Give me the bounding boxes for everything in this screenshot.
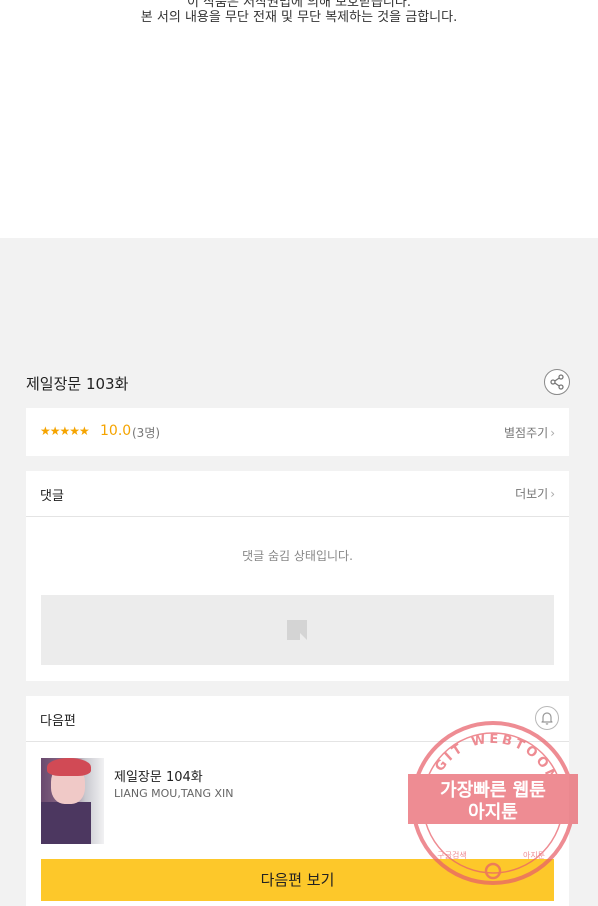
comments-title: 댓글 xyxy=(40,489,64,504)
rate-button-label: 별점주기 xyxy=(504,426,549,440)
share-icon xyxy=(550,374,564,390)
viewer-bottom-area: 이 작품은 저작권법에 의해 보호받습니다. 본 서의 내용을 무단 전재 및 … xyxy=(0,0,598,238)
rating-count: (3명) xyxy=(132,426,161,440)
next-episode-section-title: 다음편 xyxy=(40,714,76,729)
watermark-bottom-right: 아지툰 xyxy=(523,850,545,860)
next-episode-thumbnail[interactable] xyxy=(41,758,104,844)
next-episode-title[interactable]: 제일장문 104화 xyxy=(114,766,203,785)
comments-more-button[interactable]: 더보기 › xyxy=(515,485,555,502)
share-button[interactable] xyxy=(544,369,570,395)
episode-title: 제일장문 103화 xyxy=(26,375,129,393)
placeholder-image-icon xyxy=(287,620,307,640)
copyright-notice-line-2: 본 서의 내용을 무단 전재 및 무단 복제하는 것을 금합니다. xyxy=(140,10,458,25)
rating-stars: ★★★★★ xyxy=(40,424,90,438)
comments-more-label: 더보기 xyxy=(515,487,549,501)
watermark-line-2: 아지툰 xyxy=(468,802,518,823)
comments-card: 댓글 더보기 › 댓글 숨김 상태입니다. xyxy=(26,471,569,681)
next-episode-author: LIANG MOU,TANG XIN xyxy=(114,787,234,800)
comments-header: 댓글 더보기 › xyxy=(26,471,569,517)
rating-score: 10.0 xyxy=(100,423,132,439)
watermark-bottom-left: 구글검색 xyxy=(437,850,466,860)
watermark-stamp: AGIT WEBTOON 가장빠른 웹툰 아지툰 구글검색 아지툰 xyxy=(408,721,578,885)
chevron-right-icon: › xyxy=(550,426,555,440)
rating-card: ★★★★★ 10.0 (3명) 별점주기 › xyxy=(26,408,569,456)
ad-placeholder xyxy=(41,595,554,665)
comments-hidden-message: 댓글 숨김 상태입니다. xyxy=(242,549,353,563)
chevron-right-icon: › xyxy=(550,487,555,501)
episode-header: 제일장문 103화 xyxy=(26,369,570,396)
rate-button[interactable]: 별점주기 › xyxy=(504,424,555,441)
watermark-line-1: 가장빠른 웹툰 xyxy=(440,780,546,801)
